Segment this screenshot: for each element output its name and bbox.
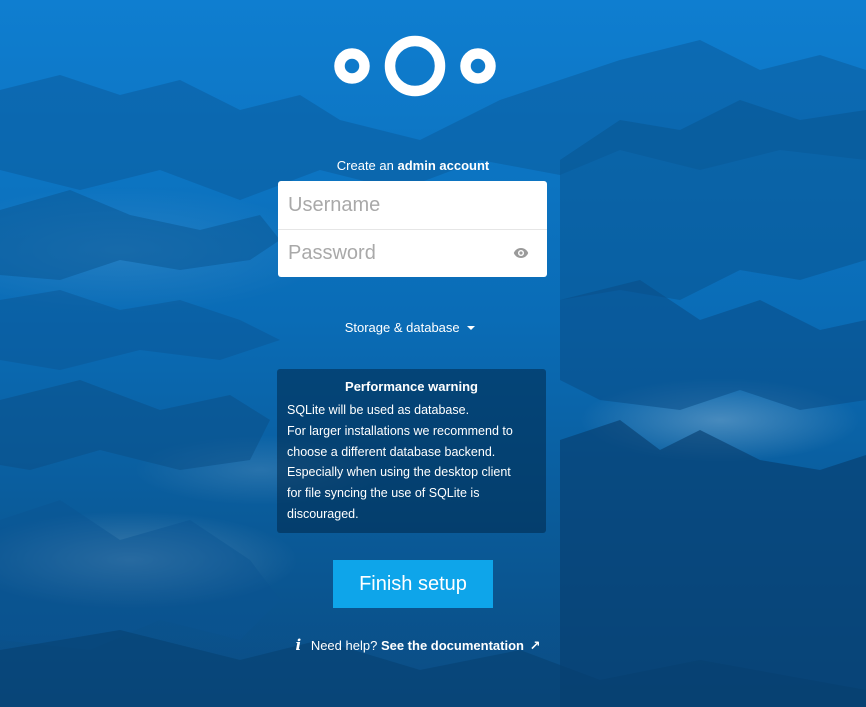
warning-line: choose a different database backend. [287,444,496,459]
performance-warning: Performance warning SQLite will be used … [277,369,546,533]
warning-line: For larger installations we recommend to [287,423,513,438]
caret-down-icon [467,325,476,330]
info-icon: i [295,636,302,654]
external-link-icon: ↗ [529,638,541,653]
create-admin-heading: Create an admin account [0,158,826,173]
subtitle-bold: admin account [397,158,490,173]
help-line: i Need help? See the documentation ↗ [0,636,836,654]
password-field-wrapper [278,229,547,277]
username-field-wrapper [278,181,547,230]
eye-icon[interactable] [513,246,529,260]
storage-database-label: Storage & database [344,320,460,335]
warning-title: Performance warning [345,379,478,394]
credentials-form [278,181,547,277]
documentation-link[interactable]: See the documentation ↗ [381,638,541,653]
warning-line: discouraged. [287,506,359,521]
finish-setup-button[interactable]: Finish setup [333,560,493,608]
username-input[interactable] [278,181,547,229]
subtitle-prefix: Create an [336,158,394,173]
documentation-link-label: See the documentation [380,638,524,653]
storage-database-toggle[interactable]: Storage & database [0,320,820,335]
warning-line: Especially when using the desktop client [287,465,511,480]
help-prefix: Need help? [310,638,378,653]
warning-line: for file syncing the use of SQLite is [287,486,480,501]
password-input[interactable] [278,229,547,277]
warning-line: SQLite will be used as database. [287,403,470,417]
nextcloud-logo [334,35,496,97]
